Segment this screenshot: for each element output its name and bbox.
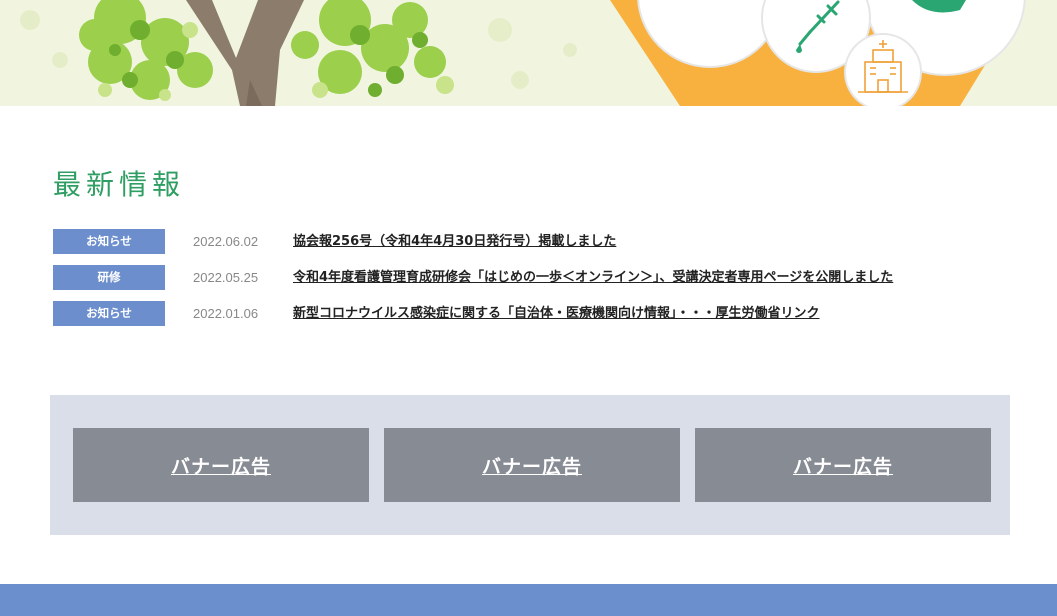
banner-ad-1[interactable]: バナー広告 (73, 428, 369, 502)
news-list: お知らせ 2022.06.02 協会報256号（令和4年4月30日発行号）掲載し… (53, 229, 1013, 337)
news-link[interactable]: 令和4年度看護管理育成研修会「はじめの一歩＜オンライン＞」、受講決定者専用ページ… (293, 265, 893, 290)
news-category-badge: お知らせ (53, 229, 165, 254)
banner-ad-2[interactable]: バナー広告 (384, 428, 680, 502)
banner-ad-3[interactable]: バナー広告 (695, 428, 991, 502)
news-section-title: 最新情報 (53, 168, 186, 201)
news-link[interactable]: 新型コロナウイルス感染症に関する「自治体・医療機関向け情報」・・・厚生労働省リン… (293, 301, 820, 326)
news-item: お知らせ 2022.06.02 協会報256号（令和4年4月30日発行号）掲載し… (53, 229, 1013, 265)
banner-ad-area: バナー広告 バナー広告 バナー広告 (50, 395, 1010, 535)
news-date: 2022.01.06 (193, 306, 259, 321)
news-category-badge: お知らせ (53, 301, 165, 326)
news-date: 2022.06.02 (193, 234, 259, 249)
tree-illustration (79, 0, 454, 106)
footer-band (0, 584, 1057, 616)
news-link[interactable]: 協会報256号（令和4年4月30日発行号）掲載しました (293, 229, 616, 254)
news-date: 2022.05.25 (193, 270, 259, 285)
hero-banner (0, 0, 1057, 106)
news-category-badge: 研修 (53, 265, 165, 290)
hero-illustration (20, 0, 1026, 106)
news-item: 研修 2022.05.25 令和4年度看護管理育成研修会「はじめの一歩＜オンライ… (53, 265, 1013, 301)
news-item: お知らせ 2022.01.06 新型コロナウイルス感染症に関する「自治体・医療機… (53, 301, 1013, 337)
